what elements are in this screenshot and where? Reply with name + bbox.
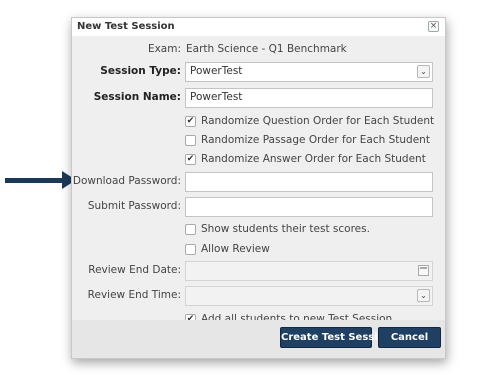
dialog-titlebar: New Test Session × bbox=[72, 18, 445, 36]
session-type-label: Session Type: bbox=[100, 65, 181, 77]
review-end-time-label: Review End Time: bbox=[87, 289, 181, 301]
exam-label: Exam: bbox=[147, 43, 181, 55]
session-type-row: Session Type: PowerTest ⌄ bbox=[72, 61, 445, 82]
show-scores-label: Show students their test scores. bbox=[201, 223, 370, 235]
review-end-date-label: Review End Date: bbox=[88, 264, 181, 276]
session-name-input[interactable]: PowerTest bbox=[185, 88, 433, 108]
dialog-title: New Test Session bbox=[77, 21, 175, 32]
exam-row: Exam: Earth Science - Q1 Benchmark bbox=[72, 39, 445, 59]
calendar-icon[interactable] bbox=[418, 265, 429, 276]
submit-password-input[interactable] bbox=[185, 197, 433, 217]
create-test-session-button[interactable]: Create Test Session bbox=[280, 327, 392, 348]
chevron-down-icon[interactable]: ⌄ bbox=[417, 65, 430, 78]
submit-password-row: Submit Password: bbox=[72, 196, 445, 217]
session-type-value: PowerTest bbox=[190, 65, 243, 77]
session-type-select[interactable]: PowerTest ⌄ bbox=[185, 62, 433, 82]
review-end-time-row: Review End Time: ⌄ bbox=[72, 285, 445, 306]
close-icon[interactable]: × bbox=[428, 21, 439, 32]
checkbox-unchecked-icon[interactable] bbox=[185, 224, 196, 235]
submit-password-label: Submit Password: bbox=[87, 200, 181, 212]
allow-review-label: Allow Review bbox=[201, 243, 270, 255]
dialog-body: Exam: Earth Science - Q1 Benchmark Sessi… bbox=[72, 36, 445, 358]
exam-value: Earth Science - Q1 Benchmark bbox=[186, 43, 347, 55]
review-end-date-input[interactable] bbox=[185, 261, 433, 281]
download-password-row: Download Password: bbox=[72, 171, 445, 192]
new-test-session-dialog: New Test Session × Exam: Earth Science -… bbox=[71, 17, 446, 359]
checkbox-checked-icon[interactable]: ✔ bbox=[185, 154, 196, 165]
checkbox-checked-icon[interactable]: ✔ bbox=[185, 116, 196, 127]
dialog-footer: Create Test Session Cancel bbox=[72, 320, 445, 358]
option-label: Randomize Answer Order for Each Student bbox=[201, 153, 426, 165]
download-password-label: Download Password: bbox=[72, 175, 181, 187]
review-end-date-row: Review End Date: bbox=[72, 260, 445, 281]
checkbox-unchecked-icon[interactable] bbox=[185, 135, 196, 146]
option-label: Randomize Passage Order for Each Student bbox=[201, 134, 430, 146]
option-label: Randomize Question Order for Each Studen… bbox=[201, 115, 435, 127]
arrow-shaft bbox=[5, 178, 63, 183]
download-password-input[interactable] bbox=[185, 172, 433, 192]
session-name-label: Session Name: bbox=[93, 91, 181, 103]
review-end-time-select[interactable]: ⌄ bbox=[185, 286, 433, 306]
session-name-row: Session Name: PowerTest bbox=[72, 87, 445, 108]
chevron-down-icon[interactable]: ⌄ bbox=[417, 289, 430, 302]
cancel-button[interactable]: Cancel bbox=[378, 327, 441, 348]
checkbox-unchecked-icon[interactable] bbox=[185, 244, 196, 255]
